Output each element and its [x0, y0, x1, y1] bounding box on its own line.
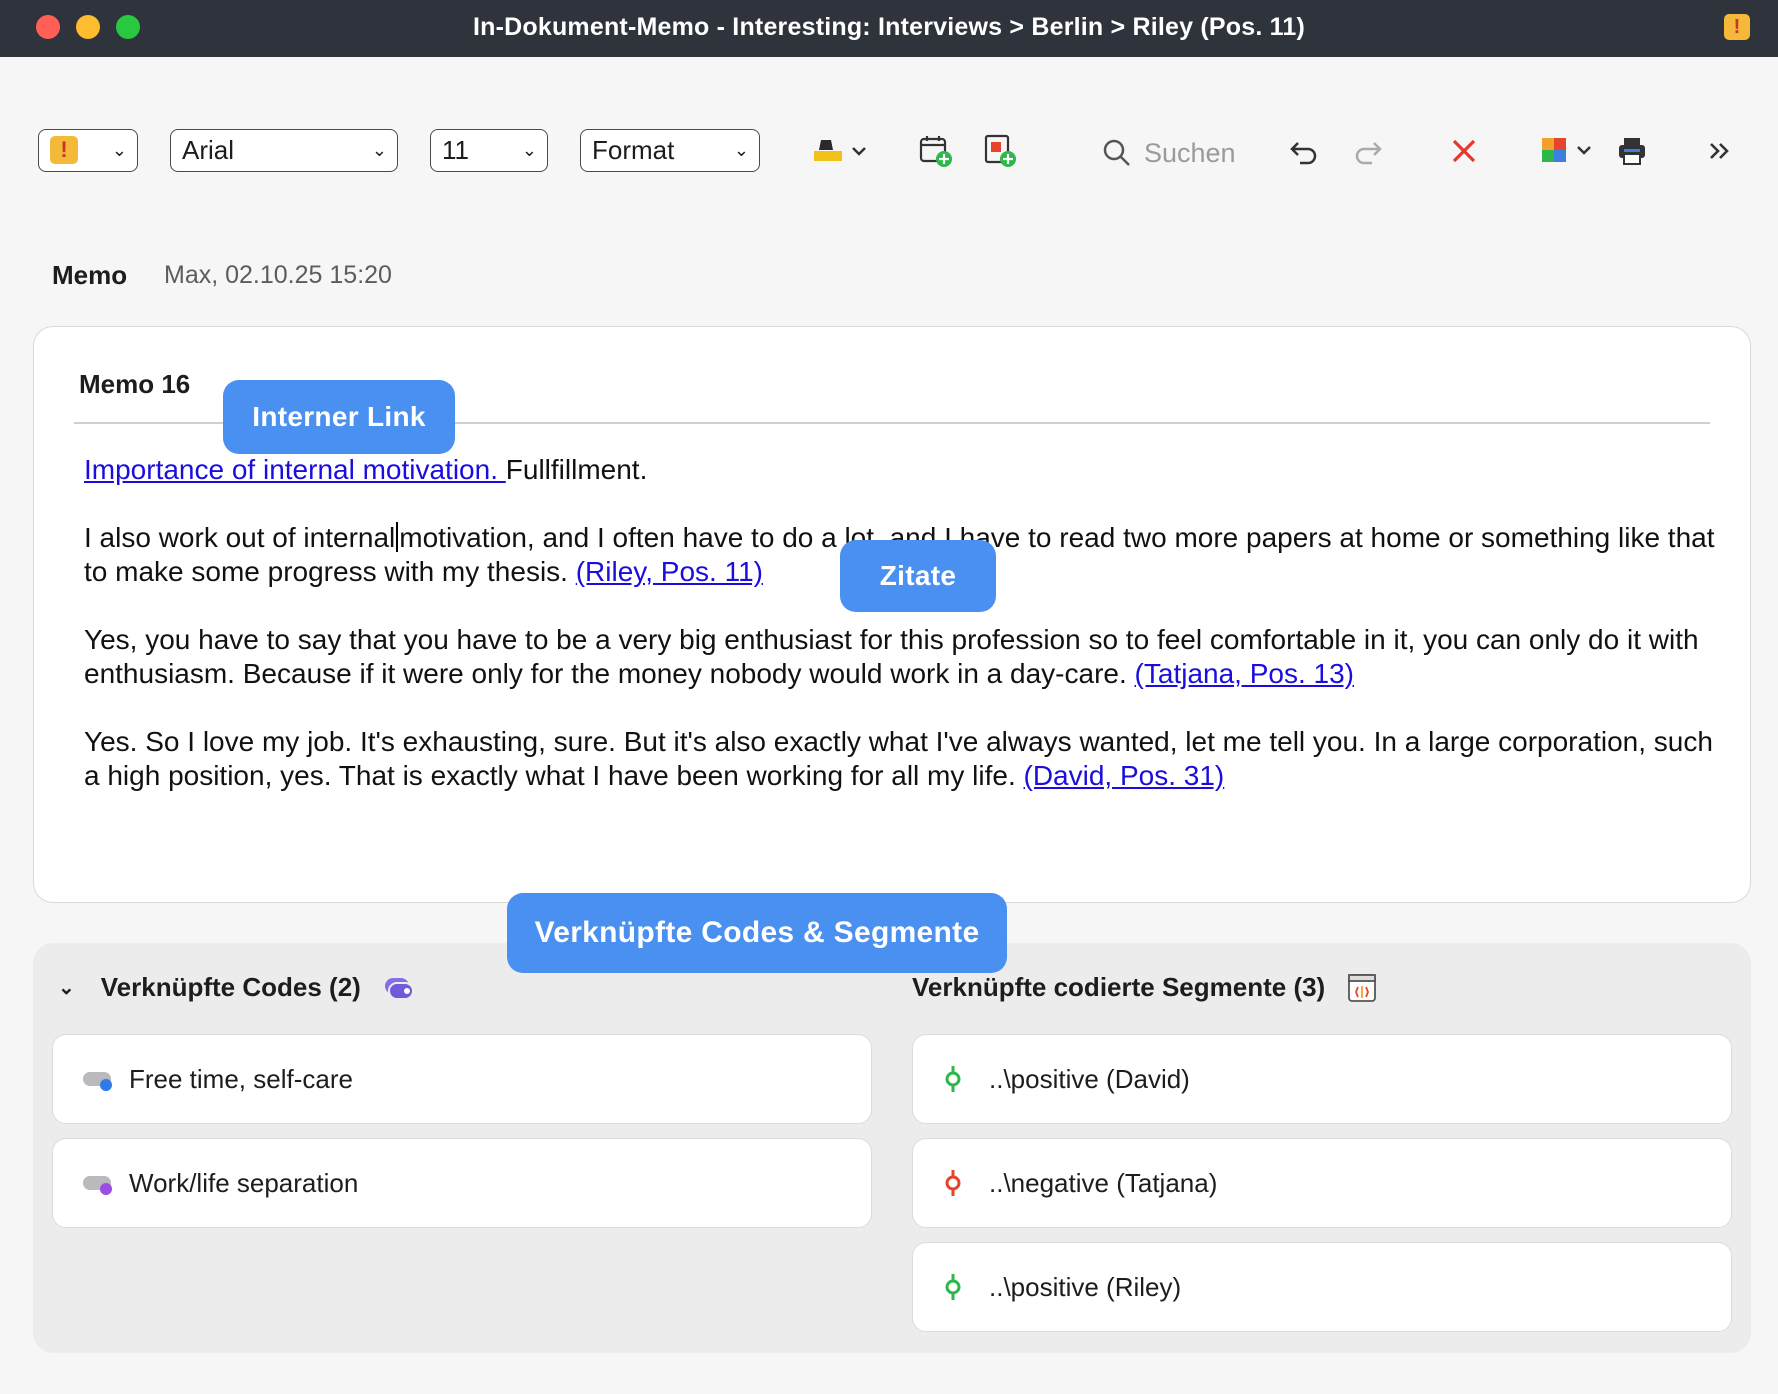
text-caret	[396, 522, 399, 552]
memo-paragraph: Yes. So I love my job. It's exhausting, …	[84, 725, 1724, 793]
chevron-down-icon: ⌄	[371, 140, 387, 160]
internal-link-callout: Interner Link	[223, 380, 455, 454]
chevron-down-icon: ⌄	[733, 140, 749, 160]
font-family-select[interactable]: Arial ⌄	[170, 129, 398, 172]
linked-segment-item[interactable]: ..\positive (Riley)	[912, 1242, 1732, 1332]
font-size-value: 11	[442, 135, 469, 165]
link-suffix-text: Fullfillment.	[505, 454, 648, 485]
memo-label: Memo	[52, 260, 128, 290]
print-icon	[1619, 138, 1645, 165]
font-size-select[interactable]: 11 ⌄	[430, 129, 548, 172]
undo-icon	[1290, 142, 1317, 165]
paragraph-text: Yes, you have to say that you have to be…	[84, 624, 1699, 689]
codes-icon[interactable]	[383, 974, 417, 1002]
chevron-down-icon: ⌄	[521, 140, 537, 160]
redo-icon	[1355, 142, 1382, 165]
delete-icon	[1452, 139, 1476, 163]
linked-codes-header[interactable]: ⌄ Verknüpfte Codes (2)	[58, 972, 417, 1003]
link-menu-button[interactable]	[1536, 131, 1598, 171]
redo-button[interactable]	[1348, 131, 1388, 171]
memo-author-date: Max, 02.10.25 15:20	[164, 261, 392, 289]
title-bar: In-Dokument-Memo - Interesting: Intervie…	[0, 0, 1778, 57]
highlighter-button[interactable]	[806, 131, 872, 171]
highlighter-icon	[814, 140, 866, 161]
linked-code-item[interactable]: Free time, self-care	[52, 1034, 872, 1124]
linked-code-item[interactable]: Work/life separation	[52, 1138, 872, 1228]
flag-dropdown[interactable]: ! ⌄	[38, 129, 138, 172]
memo-title[interactable]: Memo 16	[79, 369, 190, 400]
delete-button[interactable]	[1444, 131, 1484, 171]
undo-button[interactable]	[1284, 131, 1324, 171]
flag-icon: !	[50, 136, 78, 165]
add-date-icon	[919, 136, 952, 167]
quote-reference-link[interactable]: (David, Pos. 31)	[1024, 760, 1225, 791]
internal-link[interactable]: Importance of internal motivation.	[84, 454, 506, 485]
linked-codes-segments-callout: Verknüpfte Codes & Segmente	[507, 893, 1007, 973]
quotes-callout: Zitate	[840, 540, 996, 612]
segments-icon[interactable]	[1347, 973, 1377, 1003]
code-label: Work/life separation	[129, 1167, 359, 1198]
paragraph-text: I also work out of internal	[84, 522, 396, 553]
linked-codes-heading: Verknüpfte Codes (2)	[100, 972, 361, 1002]
warning-flag-icon[interactable]: !	[1724, 14, 1750, 40]
linked-segment-item[interactable]: ..\positive (David)	[912, 1034, 1732, 1124]
window-title: In-Dokument-Memo - Interesting: Intervie…	[472, 13, 1306, 41]
quote-reference-link[interactable]: (Riley, Pos. 11)	[576, 556, 763, 587]
search-placeholder: Suchen	[1144, 137, 1236, 168]
segment-label: ..\negative (Tatjana)	[989, 1167, 1218, 1198]
memo-paragraph: Yes, you have to say that you have to be…	[84, 623, 1724, 691]
segment-label: ..\positive (David)	[989, 1063, 1190, 1094]
insert-date-button[interactable]	[916, 131, 956, 171]
quote-reference-link[interactable]: (Tatjana, Pos. 13)	[1135, 658, 1354, 689]
insert-code-button[interactable]	[980, 131, 1020, 171]
positive-segment-icon	[941, 1064, 981, 1094]
search-field[interactable]: Suchen	[1102, 135, 1236, 171]
memo-paragraph: Importance of internal motivation. Fullf…	[84, 453, 1724, 487]
more-icon	[1710, 143, 1729, 159]
puzzle-icon	[1542, 138, 1591, 162]
linked-segments-heading: Verknüpfte codierte Segmente (3)	[912, 972, 1326, 1002]
negative-segment-icon	[941, 1168, 981, 1198]
font-family-value: Arial	[182, 135, 235, 165]
memo-body[interactable]: Importance of internal motivation. Fullf…	[84, 453, 1724, 827]
search-icon	[1103, 139, 1130, 166]
linked-segment-item[interactable]: ..\negative (Tatjana)	[912, 1138, 1732, 1228]
format-value: Format	[592, 135, 675, 165]
toolbar: ! ⌄ Arial ⌄ 11 ⌄ Format ⌄ Suchen	[0, 57, 1778, 247]
chevron-down-icon[interactable]: ⌄	[58, 975, 75, 1000]
chevron-down-icon: ⌄	[111, 140, 127, 160]
positive-segment-icon	[941, 1272, 981, 1302]
paragraph-text: Yes. So I love my job. It's exhausting, …	[84, 726, 1713, 791]
add-code-icon	[984, 134, 1016, 167]
code-icon	[81, 1066, 121, 1092]
segment-label: ..\positive (Riley)	[989, 1271, 1182, 1302]
code-icon	[81, 1170, 121, 1196]
more-button[interactable]	[1700, 131, 1740, 171]
linked-segments-header: Verknüpfte codierte Segmente (3)	[912, 972, 1377, 1003]
print-button[interactable]	[1612, 131, 1652, 171]
code-label: Free time, self-care	[129, 1063, 353, 1094]
format-select[interactable]: Format ⌄	[580, 129, 760, 172]
